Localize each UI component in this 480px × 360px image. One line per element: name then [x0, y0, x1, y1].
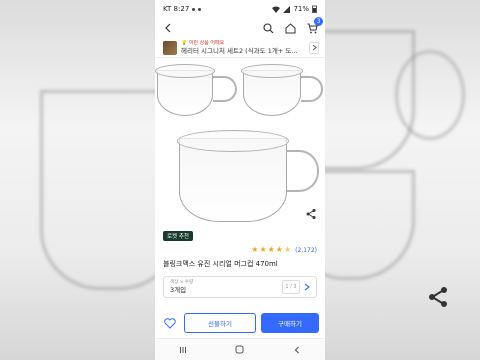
recent-apps-icon[interactable] [179, 346, 187, 354]
product-title: 블링크맥스 유진 시리얼 머그컵 470ml [163, 260, 278, 268]
background-mug [40, 90, 155, 290]
rocket-badge: 로켓 추천 [163, 231, 193, 241]
system-nav-bar [155, 338, 325, 360]
action-bar: 선물하기 구매하기 [155, 310, 325, 336]
battery-icon [312, 5, 317, 13]
star-icon: ★ [251, 245, 259, 254]
cart-button[interactable]: 3 [305, 17, 323, 35]
bundle-expand-button[interactable] [309, 41, 319, 54]
bundle-promo-text: 💡 이런 상품 어때요 [181, 39, 225, 46]
top-nav: 3 [155, 17, 325, 38]
carrier-time: KT 8:27 [163, 5, 190, 13]
chevron-left-icon [165, 23, 171, 33]
wishlist-button[interactable] [161, 317, 179, 329]
share-icon [429, 287, 447, 307]
background-right [325, 0, 480, 360]
bundle-banner[interactable]: 💡 이런 상품 어때요 헤리터 시그니처 세트2 (식과도 1개+ 도... [155, 38, 325, 58]
search-icon [262, 22, 273, 33]
star-icon: ★ [267, 245, 275, 254]
buy-button[interactable]: 구매하기 [261, 313, 319, 333]
chevron-right-icon [312, 44, 317, 51]
quantity-stepper[interactable]: 1 / 3 [282, 280, 300, 294]
mug-rim [241, 64, 303, 78]
option-selector[interactable]: 색상 × 수량 3개입 1 / 3 [163, 276, 317, 298]
notification-icon [192, 7, 196, 11]
signal-icon [283, 5, 291, 13]
badge-row: 로켓 추천 [155, 228, 325, 244]
home-nav-icon[interactable] [235, 345, 244, 354]
back-nav-icon[interactable] [293, 346, 301, 354]
star-icon: ★ [275, 245, 283, 254]
battery-level: 71% [293, 5, 309, 13]
mug-handle [301, 76, 323, 102]
review-count[interactable]: (2,172) [295, 247, 317, 254]
background-mug [325, 170, 415, 280]
background-handle [395, 50, 465, 140]
back-button[interactable] [161, 21, 175, 35]
rating-row[interactable]: ★ ★ ★ ★ ★ (2,172) [155, 244, 325, 256]
option-value: 3개입 [170, 286, 187, 294]
gift-button[interactable]: 선물하기 [184, 313, 256, 333]
option-label: 색상 × 수량 [170, 280, 194, 285]
cart-count-badge: 3 [314, 17, 323, 26]
status-bar: KT 8:27 71% [155, 0, 325, 18]
search-button[interactable] [261, 21, 275, 35]
chevron-right-icon [304, 283, 310, 291]
notification-icon [198, 7, 202, 11]
mug-rim [155, 64, 215, 78]
home-icon [285, 22, 295, 33]
mug-handle [213, 76, 237, 102]
background-left [0, 0, 155, 360]
wifi-icon [272, 6, 281, 13]
phone-screen: KT 8:27 71% 3 💡 이런 상품 어때요 헤리터 시그니처 세트2 (… [155, 0, 325, 360]
home-button[interactable] [283, 21, 297, 35]
mug-handle [287, 150, 319, 192]
heart-icon [164, 317, 176, 329]
mug-rim [177, 130, 289, 152]
half-star-icon: ★ [283, 245, 292, 254]
star-icon: ★ [259, 245, 267, 254]
share-icon[interactable] [305, 208, 317, 220]
product-image[interactable] [155, 58, 325, 228]
bundle-thumbnail [163, 40, 177, 55]
bundle-title: 헤리터 시그니처 세트2 (식과도 1개+ 도... [181, 46, 298, 55]
